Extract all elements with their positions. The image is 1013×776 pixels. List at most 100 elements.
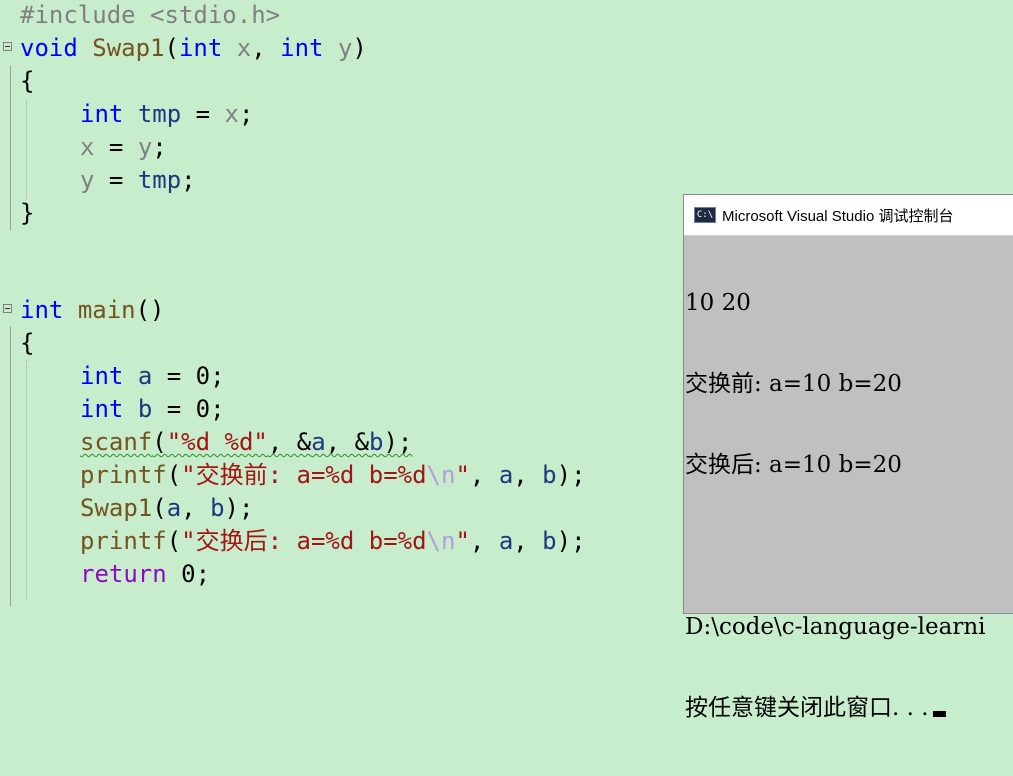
format-string: "%d %d" [166, 428, 268, 456]
string-end: " [455, 527, 470, 555]
semicolon: ; [238, 100, 254, 128]
variable-tmp: tmp [137, 166, 182, 194]
semicolon: ; [152, 133, 167, 161]
console-titlebar[interactable]: C:\ Microsoft Visual Studio 调试控制台 [684, 195, 1013, 236]
output-line-path: D:\code\c-language-learni [685, 614, 986, 640]
separator: , & [325, 428, 370, 456]
function-name: Swap1 [92, 34, 165, 62]
console-app-icon: C:\ [694, 207, 716, 223]
output-line-blank [685, 533, 1013, 560]
variable-a: a [137, 362, 153, 390]
return-value: 0; [166, 560, 211, 588]
code-line-11[interactable]: int b = 0; [0, 394, 225, 424]
operator: = [181, 100, 225, 128]
param-y: y [137, 133, 153, 161]
keyword-int: int [80, 395, 124, 423]
paren-close: ); [556, 461, 586, 489]
function-call: Swap1 [80, 494, 153, 522]
code-line-7[interactable]: } [0, 198, 58, 228]
function-call: printf [80, 461, 167, 489]
include-directive: #include <stdio.h> [20, 1, 281, 29]
separator: , [181, 494, 211, 522]
paren-close: ) [352, 34, 367, 62]
paren-open: ( [152, 428, 167, 456]
param-x: x [224, 100, 239, 128]
paren-open: ( [166, 461, 182, 489]
keyword-return: return [80, 560, 167, 588]
output-line-input: 10 20 [685, 290, 751, 316]
paren-open: ( [152, 494, 167, 522]
collapse-icon[interactable] [3, 42, 12, 51]
variable-b: b [137, 395, 153, 423]
separator: , [469, 527, 499, 555]
code-line-6[interactable]: y = tmp; [0, 165, 196, 195]
paren-open: ( [164, 34, 179, 62]
param-type: int [280, 34, 324, 62]
keyword-int: int [80, 362, 124, 390]
comma: , [251, 34, 281, 62]
param-y: y [337, 34, 353, 62]
keyword-int: int [20, 296, 64, 324]
param-type: int [178, 34, 223, 62]
code-line-4[interactable]: int tmp = x; [0, 99, 253, 129]
brace-open: { [20, 329, 35, 357]
paren-close: ); [556, 527, 586, 555]
code-line-9[interactable]: { [0, 328, 58, 358]
string-end: " [455, 461, 470, 489]
collapse-icon[interactable] [3, 304, 12, 313]
code-line-15[interactable]: printf("交换后: a=%d b=%d\n", a, b); [0, 526, 586, 556]
paren-close: ); [383, 428, 413, 456]
keyword-int: int [80, 100, 124, 128]
code-line-16[interactable]: return 0; [0, 559, 210, 589]
keyword-void: void [20, 34, 78, 62]
output-line-before: 交换前: a=10 b=20 [685, 371, 902, 397]
function-call: printf [80, 527, 167, 555]
escape-sequence: \n [426, 527, 456, 555]
variable-a: a [498, 527, 514, 555]
function-name: main [77, 296, 136, 324]
parens: () [135, 296, 165, 324]
code-line-1[interactable]: #include <stdio.h> [0, 0, 280, 30]
variable-a: a [498, 461, 514, 489]
output-line-after: 交换后: a=10 b=20 [685, 452, 902, 478]
warning-squiggle: scanf("%d %d", &a, &b); [80, 427, 412, 457]
escape-sequence: \n [426, 461, 456, 489]
text-cursor [932, 711, 946, 717]
format-string: "交换前: a=%d b=%d [181, 461, 427, 489]
debug-console-window[interactable]: C:\ Microsoft Visual Studio 调试控制台 10 20 … [683, 194, 1013, 721]
console-output[interactable]: 10 20 交换前: a=10 b=20 交换后: a=10 b=20 D:\c… [684, 236, 1013, 776]
semicolon: ; [181, 166, 196, 194]
variable-b: b [369, 428, 384, 456]
param-y: y [80, 166, 95, 194]
separator: , [513, 461, 543, 489]
paren-close: ); [224, 494, 254, 522]
code-line-14[interactable]: Swap1(a, b); [0, 493, 253, 523]
code-line-3[interactable]: { [0, 66, 58, 96]
code-line-13[interactable]: printf("交换前: a=%d b=%d\n", a, b); [0, 460, 586, 490]
brace-close: } [20, 199, 35, 227]
variable-a: a [311, 428, 326, 456]
variable-a: a [166, 494, 182, 522]
brace-open: { [20, 67, 35, 95]
variable-b: b [542, 527, 557, 555]
assignment: = 0; [152, 395, 225, 423]
code-line-8[interactable]: int main() [0, 295, 165, 325]
separator: , & [267, 428, 312, 456]
param-x: x [236, 34, 252, 62]
prompt-text: 按任意键关闭此窗口. . . [685, 695, 929, 721]
code-line-12[interactable]: scanf("%d %d", &a, &b); [0, 427, 412, 457]
format-string: "交换后: a=%d b=%d [181, 527, 427, 555]
operator: = [94, 166, 138, 194]
code-line-2[interactable]: void Swap1(int x, int y) [0, 33, 367, 63]
variable-b: b [210, 494, 225, 522]
param-x: x [80, 133, 95, 161]
variable-b: b [542, 461, 557, 489]
operator: = [94, 133, 138, 161]
code-line-5[interactable]: x = y; [0, 132, 167, 162]
separator: , [469, 461, 499, 489]
variable-tmp: tmp [137, 100, 182, 128]
code-line-10[interactable]: int a = 0; [0, 361, 225, 391]
separator: , [513, 527, 543, 555]
function-call: scanf [80, 428, 153, 456]
paren-open: ( [166, 527, 182, 555]
